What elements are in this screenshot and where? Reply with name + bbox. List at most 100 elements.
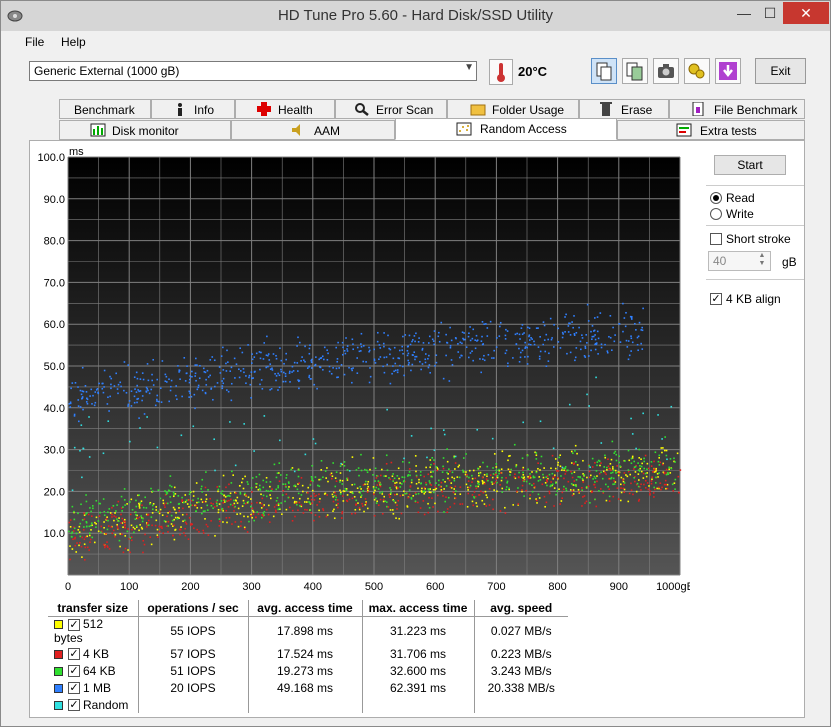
tab-aam[interactable]: AAM	[231, 120, 395, 140]
copy-text-icon[interactable]	[591, 58, 617, 84]
align-checkbox[interactable]: ✓	[710, 293, 722, 305]
data-point	[85, 391, 88, 393]
data-point	[402, 494, 404, 496]
tab-random-access[interactable]: Random Access	[395, 118, 617, 140]
data-point	[521, 468, 524, 471]
y-tick-label: 80.0	[44, 236, 65, 248]
data-point	[151, 373, 153, 376]
menu-help[interactable]: Help	[61, 35, 86, 49]
series-checkbox[interactable]: ✓	[68, 682, 80, 695]
data-point	[231, 470, 233, 473]
data-point	[210, 388, 212, 390]
series-checkbox[interactable]: ✓	[68, 648, 80, 661]
data-point	[162, 502, 165, 505]
data-point	[375, 502, 378, 504]
short-stroke-checkbox[interactable]	[710, 233, 722, 245]
write-radio[interactable]	[710, 208, 722, 220]
maximize-button[interactable]: ☐	[757, 2, 783, 24]
data-point	[440, 481, 443, 484]
minimize-button[interactable]: —	[731, 2, 757, 24]
data-point	[71, 536, 73, 538]
data-point	[271, 367, 273, 370]
tab-error-scan[interactable]: Error Scan	[335, 99, 447, 119]
data-point	[204, 500, 207, 503]
data-point	[495, 469, 498, 471]
series-color-swatch	[54, 620, 63, 630]
data-point	[312, 480, 314, 482]
data-point	[501, 491, 504, 493]
y-tick-label: 70.0	[44, 277, 65, 289]
data-point	[570, 462, 573, 464]
data-point	[574, 359, 576, 362]
tab-info[interactable]: Info	[151, 99, 235, 119]
data-point	[608, 468, 610, 470]
series-checkbox[interactable]: ✓	[68, 699, 80, 712]
drive-select[interactable]: Generic External (1000 gB) ▼	[29, 61, 477, 81]
data-point	[175, 394, 177, 397]
data-point	[141, 528, 144, 530]
tab-extra-tests[interactable]: Extra tests	[617, 120, 805, 140]
data-point	[477, 480, 479, 483]
start-button[interactable]: Start	[714, 155, 786, 175]
tab-health[interactable]: Health	[235, 99, 335, 119]
close-button[interactable]: ✕	[783, 2, 829, 24]
data-point	[402, 335, 404, 338]
tab-benchmark[interactable]: Benchmark	[59, 99, 151, 119]
tab-erase[interactable]: Erase	[579, 99, 669, 119]
series-checkbox[interactable]: ✓	[68, 618, 80, 631]
data-point	[499, 510, 502, 512]
data-point	[156, 446, 159, 449]
data-point	[362, 360, 365, 363]
data-point	[247, 344, 249, 346]
data-point	[515, 464, 518, 466]
data-point	[471, 494, 474, 496]
data-point	[388, 493, 390, 496]
data-point	[573, 480, 576, 482]
data-point	[69, 526, 72, 528]
camera-icon[interactable]	[653, 58, 679, 84]
data-point	[600, 346, 603, 349]
data-point	[531, 471, 533, 473]
data-point	[564, 316, 566, 318]
exit-button[interactable]: Exit	[755, 58, 806, 84]
data-point	[221, 507, 224, 510]
tab-file-benchmark[interactable]: File Benchmark	[669, 99, 805, 119]
data-point	[134, 518, 137, 520]
data-point	[397, 357, 400, 359]
data-point	[296, 488, 299, 491]
data-point	[637, 473, 640, 475]
data-point	[658, 472, 660, 474]
spinner-arrows-icon[interactable]: ▲ ▼	[754, 252, 770, 270]
data-point	[304, 345, 306, 348]
data-point	[351, 497, 354, 500]
data-point	[599, 312, 602, 314]
tab-folder-usage[interactable]: Folder Usage	[447, 99, 579, 119]
data-point	[263, 510, 266, 513]
menu-file[interactable]: File	[25, 35, 44, 49]
data-point	[401, 349, 404, 351]
options-icon[interactable]	[684, 58, 710, 84]
data-point	[376, 340, 379, 343]
data-point	[385, 462, 388, 465]
data-point	[202, 510, 205, 513]
read-radio[interactable]	[710, 192, 722, 204]
save-icon[interactable]	[715, 58, 741, 84]
data-point	[379, 485, 382, 488]
data-point	[610, 476, 613, 479]
data-point	[358, 350, 361, 353]
data-point	[174, 508, 176, 511]
series-checkbox[interactable]: ✓	[68, 665, 80, 678]
data-point	[186, 365, 188, 367]
data-point	[178, 371, 180, 373]
data-point	[662, 447, 664, 449]
data-point	[377, 488, 380, 490]
data-point	[393, 477, 396, 480]
data-point	[664, 436, 666, 438]
data-point	[92, 394, 94, 397]
tab-disk-monitor[interactable]: Disk monitor	[59, 120, 231, 140]
data-point	[169, 475, 172, 477]
thermometer-icon[interactable]	[489, 59, 513, 85]
copy-screenshot-icon[interactable]	[622, 58, 648, 84]
title-bar[interactable]: HD Tune Pro 5.60 - Hard Disk/SSD Utility…	[1, 1, 830, 31]
data-point	[653, 460, 655, 463]
